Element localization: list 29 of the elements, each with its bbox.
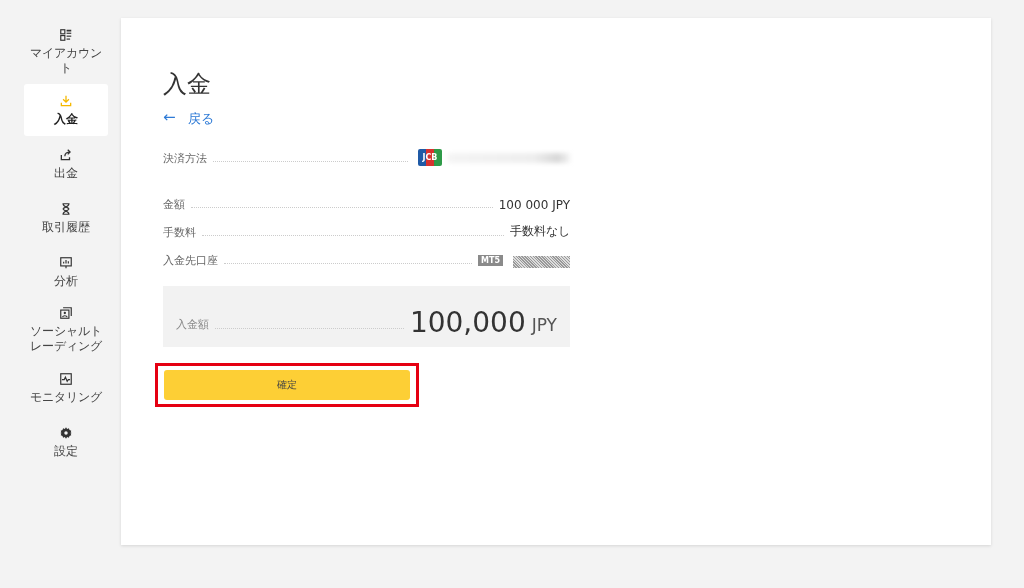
total-amount: 100,000 — [409, 309, 526, 337]
sidebar-item[interactable]: 分析 — [24, 246, 108, 298]
sidebar-item[interactable]: 出金 — [24, 138, 108, 190]
platform-badge: MT5 — [478, 255, 503, 266]
sidebar-item[interactable]: ソーシャルトレーディング — [24, 300, 108, 360]
field-label: 入金先口座 — [163, 253, 218, 268]
page-title: 入金 — [163, 69, 212, 100]
sidebar-item[interactable]: 設定 — [24, 416, 108, 468]
grid-icon — [59, 28, 73, 42]
field-label: 金額 — [163, 197, 185, 212]
monitor-wave-icon — [59, 371, 73, 386]
redacted-account-number — [513, 256, 570, 268]
settings-icon — [59, 425, 73, 440]
total-currency: JPY — [531, 315, 557, 335]
upload-icon — [59, 147, 73, 162]
sidebar-item[interactable]: マイアカウント — [24, 22, 108, 82]
total-label: 入金額 — [176, 317, 209, 332]
field-value: 100 000 JPY — [498, 198, 570, 212]
field-label: 決済方法 — [163, 151, 207, 166]
sidebar-item[interactable]: 取引履歴 — [24, 192, 108, 244]
field-value: 手数料なし — [510, 223, 570, 240]
confirm-button[interactable]: 確定 — [164, 370, 410, 400]
copy-person-icon — [59, 306, 73, 320]
back-link[interactable]: ← 戻る — [163, 110, 214, 128]
sidebar-item[interactable]: モニタリング — [24, 362, 108, 414]
download-icon — [59, 93, 73, 108]
field-label: 手数料 — [163, 225, 196, 240]
chart-board-icon — [59, 255, 73, 270]
sidebar-item[interactable]: 入金 — [24, 84, 108, 136]
